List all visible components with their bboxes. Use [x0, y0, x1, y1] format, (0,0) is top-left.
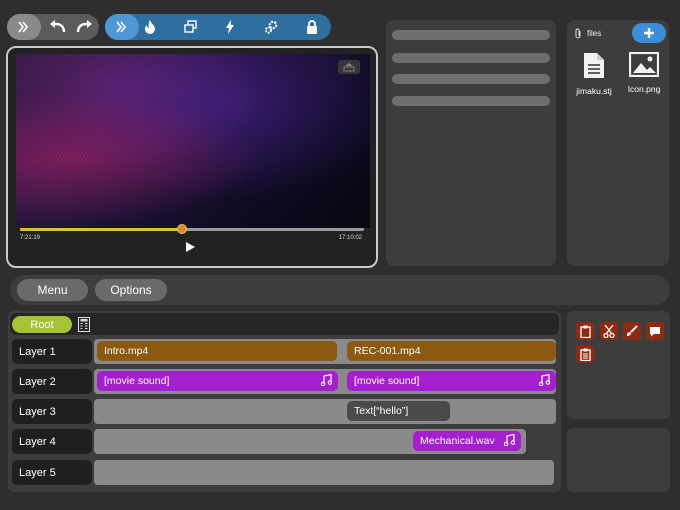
empty-panel — [567, 428, 670, 492]
files-panel: files jimaku.stj Icon.png — [567, 20, 669, 266]
video-preview[interactable] — [16, 54, 370, 228]
gears-icon — [264, 20, 278, 34]
music-note-icon — [539, 374, 550, 386]
root-button[interactable]: Root — [12, 316, 72, 333]
audio-clip[interactable]: [movie sound] — [347, 371, 556, 391]
forward-button[interactable] — [7, 14, 41, 40]
options-button[interactable]: Options — [95, 279, 167, 301]
layers-tool-button[interactable] — [177, 14, 203, 40]
plus-icon — [644, 28, 654, 38]
redo-button[interactable] — [71, 14, 97, 40]
clipboard-icon — [579, 325, 591, 338]
edit-tools-panel — [567, 311, 670, 419]
video-player[interactable]: 7:21:19 17:10:02 — [6, 46, 378, 268]
play-icon — [186, 242, 195, 252]
placeholder-row[interactable] — [392, 53, 550, 63]
redo-icon — [76, 20, 92, 33]
forward-icon — [116, 21, 127, 33]
undo-icon — [50, 20, 66, 33]
audio-clip[interactable]: [movie sound] — [97, 371, 338, 391]
layer-label[interactable]: Layer 5 — [12, 460, 92, 485]
seek-progress — [20, 228, 182, 231]
paperclip-icon — [575, 28, 581, 39]
add-file-button[interactable] — [632, 23, 666, 43]
scissors-icon — [603, 324, 615, 338]
layer-track[interactable]: [movie sound] [movie sound] — [94, 369, 556, 394]
flame-tool-button[interactable] — [137, 14, 163, 40]
layer-label[interactable]: Layer 4 — [12, 429, 92, 454]
gears-tool-button[interactable] — [258, 14, 284, 40]
properties-panel — [386, 20, 556, 266]
undo-button[interactable] — [45, 14, 71, 40]
placeholder-row[interactable] — [392, 96, 550, 106]
lock-icon — [307, 20, 317, 34]
timeline-header: Root — [10, 313, 559, 335]
brush-button[interactable] — [623, 322, 641, 340]
lock-tool-button[interactable] — [299, 14, 325, 40]
seek-handle[interactable] — [176, 224, 187, 234]
clip-label: [movie sound] — [104, 375, 170, 387]
music-note-icon — [321, 374, 332, 386]
clip-label: [movie sound] — [354, 375, 420, 387]
files-label: files — [587, 29, 602, 38]
bolt-tool-button[interactable] — [217, 14, 243, 40]
cut-button[interactable] — [600, 322, 618, 340]
video-clip[interactable]: Intro.mp4 — [97, 341, 337, 361]
layer-track[interactable] — [94, 460, 554, 485]
layer-label[interactable]: Layer 3 — [12, 399, 92, 424]
file-name: jimaku.stj — [576, 86, 612, 96]
effects-toolbar — [105, 14, 331, 40]
bolt-icon — [226, 20, 234, 34]
placeholder-row[interactable] — [392, 30, 550, 40]
forward-tool-button[interactable] — [105, 14, 139, 40]
layers-icon — [183, 20, 197, 33]
clip-label: Mechanical.wav — [420, 435, 495, 447]
layer-track[interactable]: Mechanical.wav — [94, 429, 526, 454]
text-clip[interactable]: Text[“hello”] — [347, 401, 450, 421]
audio-clip[interactable]: Mechanical.wav — [413, 431, 521, 451]
document-icon — [584, 53, 604, 78]
music-note-icon — [504, 434, 515, 446]
file-item-icon[interactable]: Icon.png — [620, 51, 668, 94]
brush-icon — [627, 325, 638, 336]
forward-icon — [18, 21, 29, 33]
seek-bar[interactable] — [20, 224, 364, 234]
file-name: Icon.png — [627, 84, 661, 94]
image-icon — [628, 51, 660, 78]
placeholder-row[interactable] — [392, 74, 550, 84]
cast-icon — [343, 62, 355, 71]
layer-track[interactable]: Text[“hello”] — [94, 399, 556, 424]
paste-button[interactable] — [576, 345, 594, 363]
total-time: 17:10:02 — [338, 235, 362, 241]
play-button[interactable] — [184, 240, 198, 254]
current-time: 7:21:19 — [20, 235, 41, 241]
menu-button[interactable]: Menu — [17, 279, 88, 301]
flame-icon — [145, 20, 155, 34]
history-toolbar — [7, 14, 99, 40]
layer-track[interactable]: Intro.mp4 REC-001.mp4 — [94, 339, 556, 364]
file-item-jimaku[interactable]: jimaku.stj — [570, 52, 618, 96]
paste-icon — [579, 348, 591, 361]
timeline-panel: Root Layer 1 Intro.mp4 REC-001.mp4 Layer… — [8, 311, 561, 492]
layer-label[interactable]: Layer 1 — [12, 339, 92, 364]
cast-button[interactable] — [338, 60, 360, 74]
comment-button[interactable] — [646, 322, 664, 340]
menu-bar: Menu Options — [10, 275, 670, 305]
layer-label[interactable]: Layer 2 — [12, 369, 92, 394]
clipboard-button[interactable] — [576, 322, 594, 340]
calculator-icon[interactable] — [78, 317, 90, 332]
comment-icon — [650, 326, 660, 336]
video-clip[interactable]: REC-001.mp4 — [347, 341, 556, 361]
